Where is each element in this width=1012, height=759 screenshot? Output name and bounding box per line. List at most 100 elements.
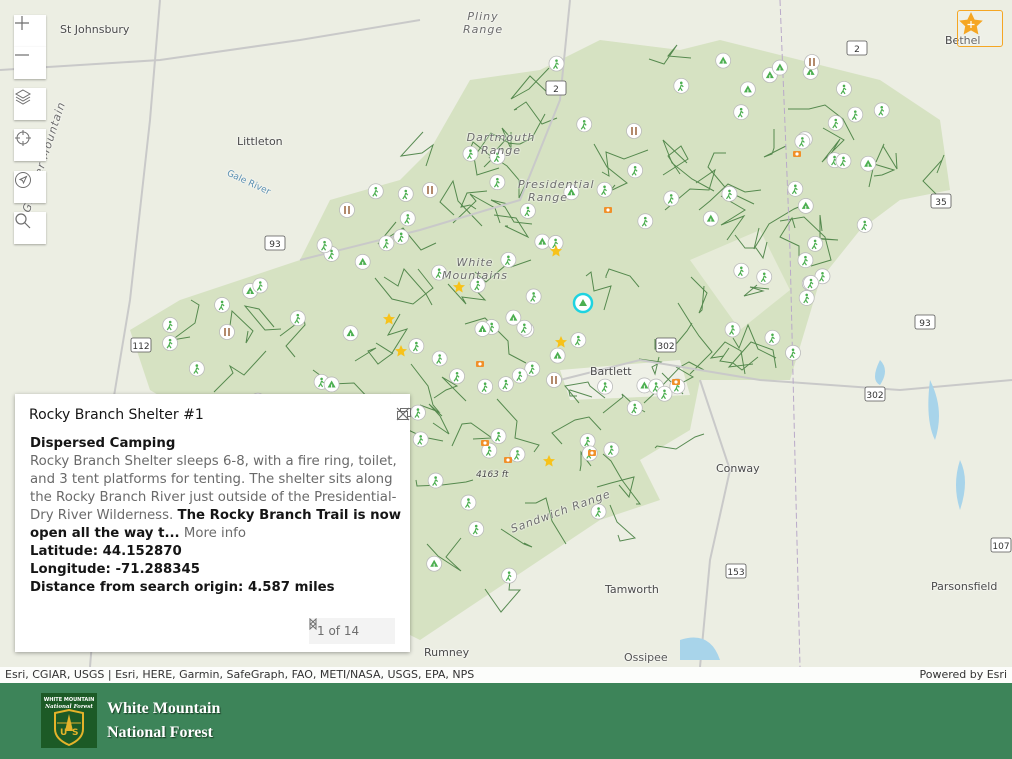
zoom-out-button[interactable]	[14, 47, 46, 79]
tent-marker[interactable]	[342, 325, 359, 342]
tent-marker[interactable]	[323, 376, 340, 393]
tent-marker[interactable]	[715, 52, 732, 69]
hiker-marker[interactable]	[787, 180, 804, 197]
hiker-marker[interactable]	[252, 277, 269, 294]
hiker-marker[interactable]	[637, 213, 654, 230]
hiker-marker[interactable]	[596, 181, 613, 198]
hiker-marker[interactable]	[603, 441, 620, 458]
hiker-marker[interactable]	[836, 80, 852, 97]
photo-marker[interactable]	[604, 207, 612, 213]
hiker-marker[interactable]	[214, 297, 230, 313]
hiker-marker[interactable]	[794, 133, 811, 150]
hiker-marker[interactable]	[733, 262, 750, 279]
more-info-link[interactable]: More info	[184, 526, 246, 541]
hiker-marker[interactable]	[399, 210, 416, 227]
food-marker[interactable]	[804, 54, 820, 70]
hiker-marker[interactable]	[397, 186, 414, 202]
tent-marker[interactable]	[505, 309, 522, 326]
hiker-marker[interactable]	[410, 404, 426, 421]
photo-marker[interactable]	[481, 440, 489, 446]
hiker-marker[interactable]	[367, 183, 384, 200]
hiker-marker[interactable]	[803, 275, 819, 291]
hiker-marker[interactable]	[798, 290, 815, 306]
hiker-marker[interactable]	[162, 335, 178, 352]
hiker-marker[interactable]	[548, 55, 565, 72]
hiker-marker[interactable]	[835, 153, 852, 169]
hiker-marker[interactable]	[497, 376, 514, 393]
hiker-marker[interactable]	[785, 344, 801, 361]
tent-marker[interactable]	[426, 555, 443, 572]
hiker-marker[interactable]	[449, 368, 465, 385]
hiker-marker[interactable]	[663, 190, 680, 207]
hiker-marker[interactable]	[807, 235, 824, 252]
food-marker[interactable]	[626, 123, 642, 139]
food-marker[interactable]	[339, 202, 355, 218]
hiker-marker[interactable]	[525, 288, 542, 305]
hiker-marker[interactable]	[489, 174, 506, 191]
food-marker[interactable]	[219, 324, 235, 340]
hiker-marker[interactable]	[626, 400, 643, 416]
selected-feature-marker[interactable]	[572, 292, 594, 314]
navigate-button[interactable]	[14, 171, 46, 203]
tent-marker[interactable]	[354, 253, 371, 270]
tent-marker[interactable]	[702, 210, 719, 227]
tent-marker[interactable]	[534, 233, 551, 250]
hiker-marker[interactable]	[316, 237, 333, 254]
hiker-marker[interactable]	[501, 567, 518, 584]
hiker-marker[interactable]	[576, 116, 593, 133]
photo-marker[interactable]	[793, 151, 801, 157]
hiker-marker[interactable]	[627, 162, 644, 179]
hiker-marker[interactable]	[477, 378, 493, 395]
hiker-marker[interactable]	[847, 106, 864, 123]
hiker-marker[interactable]	[490, 428, 507, 445]
hiker-marker[interactable]	[656, 385, 673, 402]
photo-marker[interactable]	[672, 379, 680, 385]
food-marker[interactable]	[546, 372, 562, 388]
hiker-marker[interactable]	[460, 494, 477, 511]
favorites-button[interactable]	[957, 10, 1003, 47]
hiker-marker[interactable]	[673, 77, 690, 94]
hiker-marker[interactable]	[412, 431, 429, 448]
hiker-marker[interactable]	[289, 310, 306, 327]
tent-marker[interactable]	[739, 81, 756, 98]
hiker-marker[interactable]	[856, 217, 873, 233]
locate-button[interactable]	[14, 129, 46, 161]
zoom-in-button[interactable]	[14, 15, 46, 47]
tent-marker[interactable]	[474, 321, 491, 337]
hiker-marker[interactable]	[408, 338, 425, 354]
hiker-marker[interactable]	[873, 102, 890, 119]
hiker-marker[interactable]	[468, 521, 485, 537]
layers-button[interactable]	[14, 88, 46, 120]
hiker-marker[interactable]	[378, 235, 395, 252]
hiker-marker[interactable]	[733, 104, 750, 121]
tent-marker[interactable]	[860, 155, 877, 172]
photo-marker[interactable]	[504, 457, 512, 463]
hiker-marker[interactable]	[764, 329, 781, 346]
powered-by-esri[interactable]: Powered by Esri	[919, 667, 1007, 683]
hiker-marker[interactable]	[756, 268, 773, 285]
hiker-marker[interactable]	[427, 472, 444, 489]
next-icon[interactable]	[309, 618, 317, 630]
close-icon[interactable]	[396, 407, 410, 421]
search-button[interactable]	[14, 212, 46, 244]
tent-marker[interactable]	[772, 59, 788, 76]
photo-marker[interactable]	[476, 361, 484, 367]
tent-marker[interactable]	[797, 198, 814, 214]
hiker-marker[interactable]	[570, 332, 587, 348]
hiker-marker[interactable]	[827, 115, 844, 131]
photo-marker[interactable]	[588, 450, 596, 456]
map-view[interactable]: 2 93 112 302 35 93 302 153 107 2 St Johnsbury Pli…	[0, 0, 1012, 667]
hiker-marker[interactable]	[721, 185, 738, 202]
hiker-marker[interactable]	[519, 203, 536, 219]
hiker-marker[interactable]	[162, 317, 179, 333]
tent-marker[interactable]	[549, 347, 566, 364]
hiker-marker[interactable]	[597, 378, 613, 395]
hiker-marker[interactable]	[431, 350, 448, 367]
hiker-marker[interactable]	[509, 446, 526, 463]
hiker-marker[interactable]	[188, 360, 205, 377]
hiker-marker[interactable]	[797, 252, 814, 269]
hiker-marker[interactable]	[393, 228, 410, 245]
hiker-marker[interactable]	[724, 321, 741, 338]
hiker-marker[interactable]	[511, 367, 528, 384]
food-marker[interactable]	[422, 182, 438, 198]
